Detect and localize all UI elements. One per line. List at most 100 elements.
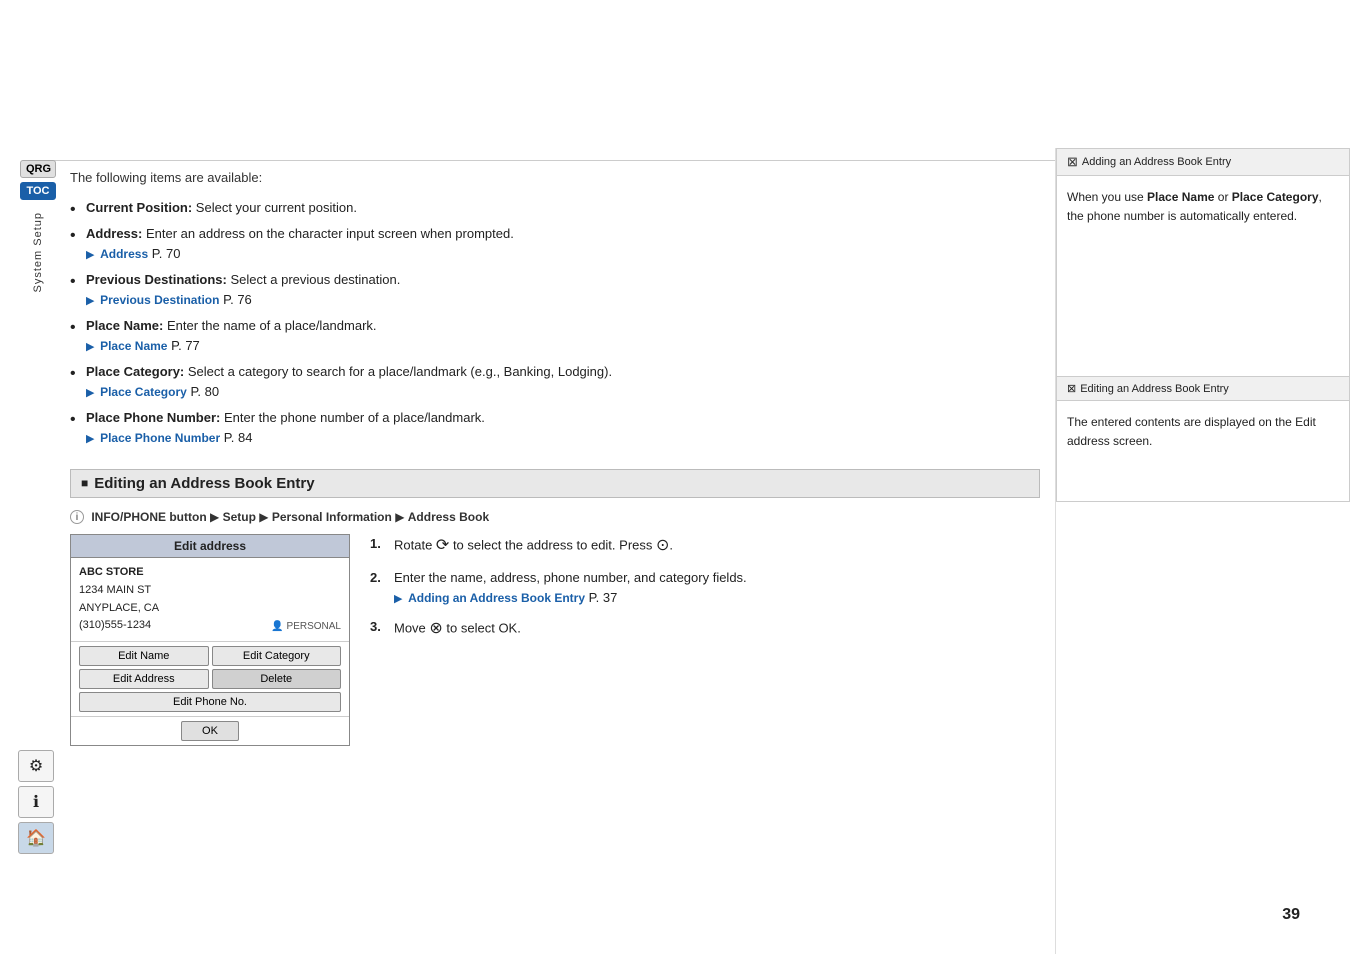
edit-buttons-grid: Edit Name Edit Category Edit Address Del…: [71, 641, 349, 716]
press-icon: ⊙: [656, 537, 669, 554]
step-2-num: 2.: [370, 568, 388, 607]
ok-row: OK: [71, 716, 349, 745]
link-page-place-category: P. 80: [190, 384, 219, 399]
edit-address-title: Edit address: [71, 535, 349, 558]
link-text-address[interactable]: Address: [100, 247, 148, 261]
arrow-icon-step2: ▶: [394, 591, 402, 608]
note-adding-body: When you use Place Name or Place Categor…: [1057, 176, 1349, 376]
step-1-text: Rotate ⟳ to select the address to edit. …: [394, 534, 673, 558]
section-title-text: Editing an Address Book Entry: [94, 475, 314, 492]
ok-button[interactable]: OK: [181, 721, 239, 741]
item-text-previous-destinations: Select a previous destination.: [231, 272, 401, 287]
edit-category-button[interactable]: Edit Category: [212, 646, 342, 666]
intro-text: The following items are available:: [70, 170, 1040, 185]
link-page-place-phone-number: P. 84: [224, 430, 253, 445]
qrg-button[interactable]: QRG: [20, 160, 56, 178]
step-2-text: Enter the name, address, phone number, a…: [394, 568, 747, 607]
store-name: ABC STORE: [79, 564, 341, 582]
settings-icon: ⚙: [29, 756, 43, 776]
delete-button[interactable]: Delete: [212, 669, 342, 689]
item-title-place-phone-number: Place Phone Number:: [86, 410, 220, 425]
note-editing-header: ⊠ Editing an Address Book Entry: [1057, 377, 1349, 401]
toc-button[interactable]: TOC: [20, 182, 56, 200]
edit-name-button[interactable]: Edit Name: [79, 646, 209, 666]
note-editing-body: The entered contents are displayed on th…: [1057, 401, 1349, 501]
sidebar: QRG TOC System Setup: [18, 160, 58, 292]
step-3-text: Move ⊗ to select OK.: [394, 617, 521, 641]
link-text-place-name[interactable]: Place Name: [100, 339, 167, 353]
arrow-icon-place-name: ▶: [86, 339, 94, 356]
editing-section: Edit address ABC STORE 1234 MAIN ST ANYP…: [70, 534, 1040, 753]
phone-number: (310)555-1234 PERSONAL: [79, 617, 341, 635]
arrow-icon-prev-dest: ▶: [86, 293, 94, 310]
item-link-address: ▶ Address P. 70: [86, 244, 1040, 264]
page-number: 39: [1282, 906, 1300, 924]
arrow-icon-address: ▶: [86, 247, 94, 264]
note-editing: ⊠ Editing an Address Book Entry The ente…: [1056, 377, 1350, 502]
editing-steps: 1. Rotate ⟳ to select the address to edi…: [370, 534, 1040, 753]
home-icon: 🏠: [26, 828, 46, 848]
note-adding-header: ⊠ Adding an Address Book Entry: [1057, 149, 1349, 176]
address-line1: 1234 MAIN ST: [79, 582, 341, 600]
right-panel: ⊠ Adding an Address Book Entry When you …: [1055, 148, 1350, 954]
personal-badge: PERSONAL: [271, 619, 341, 635]
edit-address-button[interactable]: Edit Address: [79, 669, 209, 689]
step-1-num: 1.: [370, 534, 388, 558]
note-adding-title: Adding an Address Book Entry: [1082, 156, 1231, 168]
list-item-place-name: Place Name: Enter the name of a place/la…: [70, 313, 1040, 359]
step-3-num: 3.: [370, 617, 388, 641]
item-text-place-category: Select a category to search for a place/…: [188, 364, 612, 379]
edit-phone-button[interactable]: Edit Phone No.: [79, 692, 341, 712]
sub-heading: i INFO/PHONE button ▶ Setup ▶ Personal I…: [70, 510, 1040, 525]
rotate-icon: ⟳: [436, 537, 449, 554]
note-adding-text: When you use Place Name or Place Categor…: [1067, 190, 1322, 223]
sidebar-icons: ⚙ ℹ 🏠: [18, 750, 54, 854]
arrow-icon-place-phone: ▶: [86, 431, 94, 448]
step-1: 1. Rotate ⟳ to select the address to edi…: [370, 534, 1040, 558]
item-title-current-position: Current Position:: [86, 200, 192, 215]
item-text-place-phone-number: Enter the phone number of a place/landma…: [224, 410, 485, 425]
address-line2: ANYPLACE, CA: [79, 600, 341, 618]
list-item-place-category: Place Category: Select a category to sea…: [70, 359, 1040, 405]
sub-heading-text: INFO/PHONE button ▶ Setup ▶ Personal Inf…: [91, 510, 489, 524]
note-adding-icon: ⊠: [1067, 154, 1078, 170]
link-text-previous-destination[interactable]: Previous Destination: [100, 293, 219, 307]
item-title-place-name: Place Name:: [86, 318, 163, 333]
home-icon-box[interactable]: 🏠: [18, 822, 54, 854]
edit-address-panel: Edit address ABC STORE 1234 MAIN ST ANYP…: [70, 534, 350, 753]
list-item-place-phone-number: Place Phone Number: Enter the phone numb…: [70, 405, 1040, 451]
item-title-place-category: Place Category:: [86, 364, 184, 379]
sidebar-system-setup-label: System Setup: [32, 212, 44, 292]
item-title-previous-destinations: Previous Destinations:: [86, 272, 227, 287]
link-page-place-name: P. 77: [171, 338, 200, 353]
item-title-address: Address:: [86, 226, 142, 241]
move-icon: ⊗: [429, 620, 442, 637]
list-item-previous-destinations: Previous Destinations: Select a previous…: [70, 267, 1040, 313]
link-adding-address-book[interactable]: Adding an Address Book Entry: [408, 591, 585, 605]
info-circle-icon: i: [70, 510, 84, 524]
main-content: The following items are available: Curre…: [70, 170, 1040, 894]
edit-address-ui: Edit address ABC STORE 1234 MAIN ST ANYP…: [70, 534, 350, 745]
info-icon-box[interactable]: ℹ: [18, 786, 54, 818]
list-item-current-position: Current Position: Select your current po…: [70, 195, 1040, 221]
settings-icon-box[interactable]: ⚙: [18, 750, 54, 782]
step-3: 3. Move ⊗ to select OK.: [370, 617, 1040, 641]
info-icon: ℹ: [33, 792, 39, 812]
item-link-place-category: ▶ Place Category P. 80: [86, 382, 1040, 402]
section-title-bar: Editing an Address Book Entry: [70, 469, 1040, 498]
item-link-place-name: ▶ Place Name P. 77: [86, 336, 1040, 356]
note-editing-icon: ⊠: [1067, 382, 1076, 395]
link-text-place-category[interactable]: Place Category: [100, 385, 187, 399]
note-editing-title: Editing an Address Book Entry: [1080, 383, 1229, 395]
edit-address-body: ABC STORE 1234 MAIN ST ANYPLACE, CA (310…: [71, 558, 349, 640]
note-adding: ⊠ Adding an Address Book Entry When you …: [1056, 148, 1350, 377]
list-item-address: Address: Enter an address on the charact…: [70, 221, 1040, 267]
item-text-place-name: Enter the name of a place/landmark.: [167, 318, 377, 333]
item-text-current-position: Select your current position.: [196, 200, 357, 215]
link-text-place-phone-number[interactable]: Place Phone Number: [100, 431, 220, 445]
step-2-page: P. 37: [589, 590, 618, 605]
link-page-previous-destination: P. 76: [223, 292, 252, 307]
item-link-previous-destination: ▶ Previous Destination P. 76: [86, 290, 1040, 310]
item-text-address: Enter an address on the character input …: [146, 226, 514, 241]
step-2: 2. Enter the name, address, phone number…: [370, 568, 1040, 607]
